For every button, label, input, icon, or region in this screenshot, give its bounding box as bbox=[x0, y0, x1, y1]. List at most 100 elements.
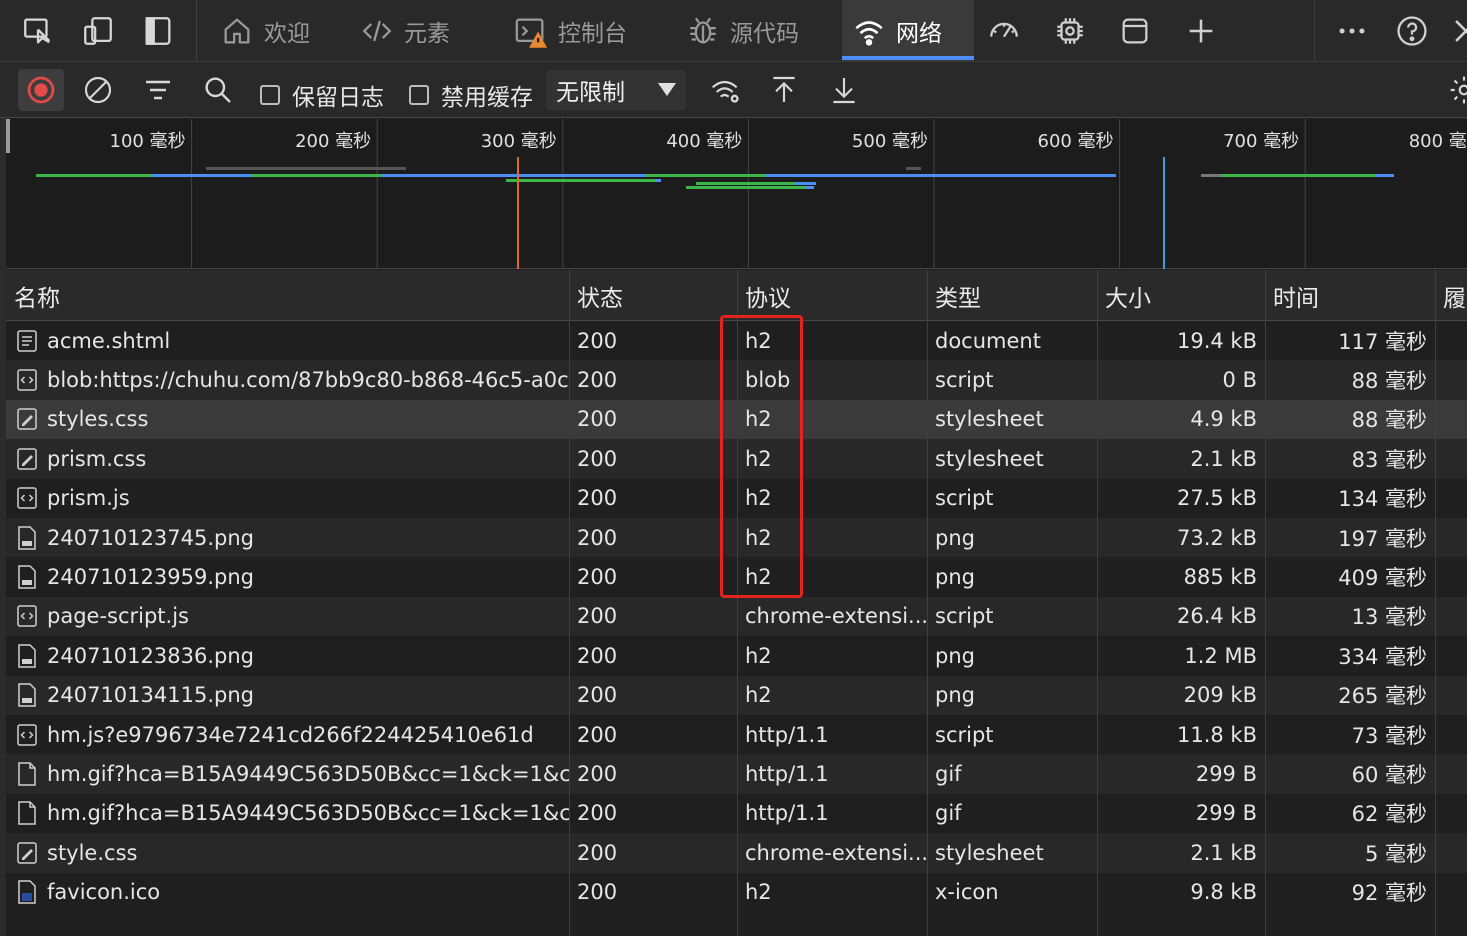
cell-name[interactable]: page-script.js bbox=[6, 597, 569, 636]
script-icon bbox=[16, 603, 38, 629]
home-icon bbox=[224, 18, 250, 44]
tab-sources[interactable]: 源代码 bbox=[686, 0, 806, 62]
request-name: 240710134115.png bbox=[47, 683, 254, 708]
network-overview-timeline[interactable]: 100 毫秒 200 毫秒 300 毫秒 400 毫秒 500 毫秒 600 毫秒 700 … bbox=[6, 119, 1467, 269]
search-button[interactable] bbox=[198, 70, 238, 110]
checkbox-box[interactable] bbox=[260, 85, 280, 105]
cell-time: 73 毫秒 bbox=[1351, 723, 1427, 748]
tab-elements[interactable]: 元素 bbox=[360, 0, 460, 62]
cell-name[interactable]: style.css bbox=[6, 833, 569, 872]
cell-size: 1.2 MB bbox=[1184, 643, 1257, 668]
cell-name[interactable]: 240710123745.png bbox=[6, 518, 569, 557]
script-icon bbox=[16, 722, 38, 748]
cell-status: 200 bbox=[577, 604, 618, 629]
request-name: 240710123836.png bbox=[47, 643, 254, 668]
checkbox-box[interactable] bbox=[409, 85, 429, 105]
cell-type: stylesheet bbox=[935, 840, 1044, 865]
import-har-button[interactable] bbox=[764, 70, 804, 110]
cell-protocol: chrome-extensi... bbox=[745, 840, 927, 865]
export-har-button[interactable] bbox=[824, 70, 864, 110]
cell-name[interactable]: styles.css bbox=[6, 400, 569, 439]
gear-icon bbox=[1450, 76, 1467, 104]
application-panel-icon[interactable] bbox=[1117, 13, 1153, 49]
overview-tick-label: 500 毫秒 bbox=[852, 131, 928, 152]
cell-status: 200 bbox=[577, 762, 618, 787]
cell-name[interactable]: prism.css bbox=[6, 439, 569, 478]
tab-network[interactable]: 网络 bbox=[842, 0, 974, 62]
overview-tick-label: 700 毫秒 bbox=[1223, 131, 1299, 152]
cell-status: 200 bbox=[577, 407, 618, 432]
cell-protocol: chrome-extensi... bbox=[745, 604, 927, 629]
column-header-size[interactable]: 大小 bbox=[1097, 270, 1265, 321]
cell-name[interactable]: hm.gif?hca=B15A9449C563D50B&cc=1&ck=1&cl… bbox=[6, 794, 569, 833]
memory-chip-icon[interactable] bbox=[1052, 13, 1088, 49]
overview-request-bar bbox=[36, 174, 151, 177]
cell-status: 200 bbox=[577, 840, 618, 865]
column-divider[interactable] bbox=[1265, 270, 1266, 936]
request-name: acme.shtml bbox=[47, 328, 171, 353]
column-divider[interactable] bbox=[737, 270, 738, 936]
overview-request-bar bbox=[656, 179, 661, 182]
column-divider[interactable] bbox=[927, 270, 928, 936]
more-options-icon[interactable] bbox=[1334, 13, 1370, 49]
overview-request-bar bbox=[1376, 174, 1394, 177]
cell-name[interactable]: 240710123836.png bbox=[6, 636, 569, 675]
tab-network-label: 网络 bbox=[896, 21, 942, 47]
cell-status: 200 bbox=[577, 880, 618, 905]
cell-type: png bbox=[935, 643, 975, 668]
cell-type: script bbox=[935, 486, 994, 511]
cell-name[interactable]: favicon.ico bbox=[6, 873, 569, 912]
inspect-element-icon[interactable] bbox=[20, 13, 56, 49]
tab-welcome[interactable]: 欢迎 bbox=[220, 0, 320, 62]
preserve-log-checkbox[interactable]: 保留日志 bbox=[260, 78, 384, 112]
column-header-status[interactable]: 状态 bbox=[569, 270, 737, 321]
cell-protocol: h2 bbox=[745, 643, 772, 668]
network-settings-button[interactable] bbox=[1444, 70, 1467, 110]
cell-type: gif bbox=[935, 801, 962, 826]
clear-log-button[interactable] bbox=[78, 70, 118, 110]
help-icon[interactable] bbox=[1394, 13, 1430, 49]
add-tool-plus-icon[interactable] bbox=[1183, 13, 1219, 49]
throttling-value: 无限制 bbox=[556, 80, 625, 106]
column-divider[interactable] bbox=[1435, 270, 1436, 936]
dock-side-icon[interactable] bbox=[140, 13, 176, 49]
cell-name[interactable]: blob:https://chuhu.com/87bb9c80-b868-46c… bbox=[6, 360, 569, 399]
cell-protocol: h2 bbox=[745, 565, 772, 590]
column-header-protocol[interactable]: 协议 bbox=[737, 270, 927, 321]
record-button[interactable] bbox=[18, 69, 64, 111]
cell-time: 62 毫秒 bbox=[1351, 802, 1427, 827]
column-divider[interactable] bbox=[1097, 270, 1098, 936]
column-header-waterfall[interactable]: 履 bbox=[1435, 270, 1467, 321]
cell-size: 19.4 kB bbox=[1176, 328, 1257, 353]
column-header-type[interactable]: 类型 bbox=[927, 270, 1097, 321]
performance-gauge-icon[interactable] bbox=[986, 13, 1022, 49]
column-header-time[interactable]: 时间 bbox=[1265, 270, 1435, 321]
overview-tick-label: 300 毫秒 bbox=[481, 131, 557, 152]
cell-name[interactable]: acme.shtml bbox=[6, 321, 569, 360]
cell-type: x-icon bbox=[935, 880, 999, 905]
cell-time: 134 毫秒 bbox=[1338, 487, 1427, 512]
close-devtools-icon[interactable] bbox=[1448, 13, 1467, 49]
filter-button[interactable] bbox=[138, 70, 178, 110]
overview-request-bar bbox=[486, 174, 646, 177]
column-divider[interactable] bbox=[569, 270, 570, 936]
overview-request-bar bbox=[646, 174, 766, 177]
overview-drag-handle[interactable] bbox=[6, 119, 10, 153]
tab-console[interactable]: 控制台 bbox=[514, 0, 634, 62]
network-conditions-button[interactable] bbox=[706, 70, 746, 110]
cell-name[interactable]: hm.gif?hca=B15A9449C563D50B&cc=1&ck=1&cl… bbox=[6, 754, 569, 793]
cell-status: 200 bbox=[577, 565, 618, 590]
blank-file-icon bbox=[16, 761, 38, 787]
cell-name[interactable]: prism.js bbox=[6, 479, 569, 518]
cell-time: 265 毫秒 bbox=[1338, 684, 1427, 709]
overview-request-bar bbox=[766, 174, 1116, 177]
cell-name[interactable]: hm.js?e9796734e7241cd266f224425410e61d bbox=[6, 715, 569, 754]
disable-cache-checkbox[interactable]: 禁用缓存 bbox=[409, 78, 533, 112]
cell-name[interactable]: 240710134115.png bbox=[6, 676, 569, 715]
cell-status: 200 bbox=[577, 683, 618, 708]
cell-name[interactable]: 240710123959.png bbox=[6, 557, 569, 596]
cell-time: 117 毫秒 bbox=[1338, 329, 1427, 354]
column-header-name[interactable]: 名称 bbox=[6, 270, 569, 321]
device-emulation-icon[interactable] bbox=[80, 13, 116, 49]
throttling-select[interactable]: 无限制 bbox=[546, 70, 686, 110]
